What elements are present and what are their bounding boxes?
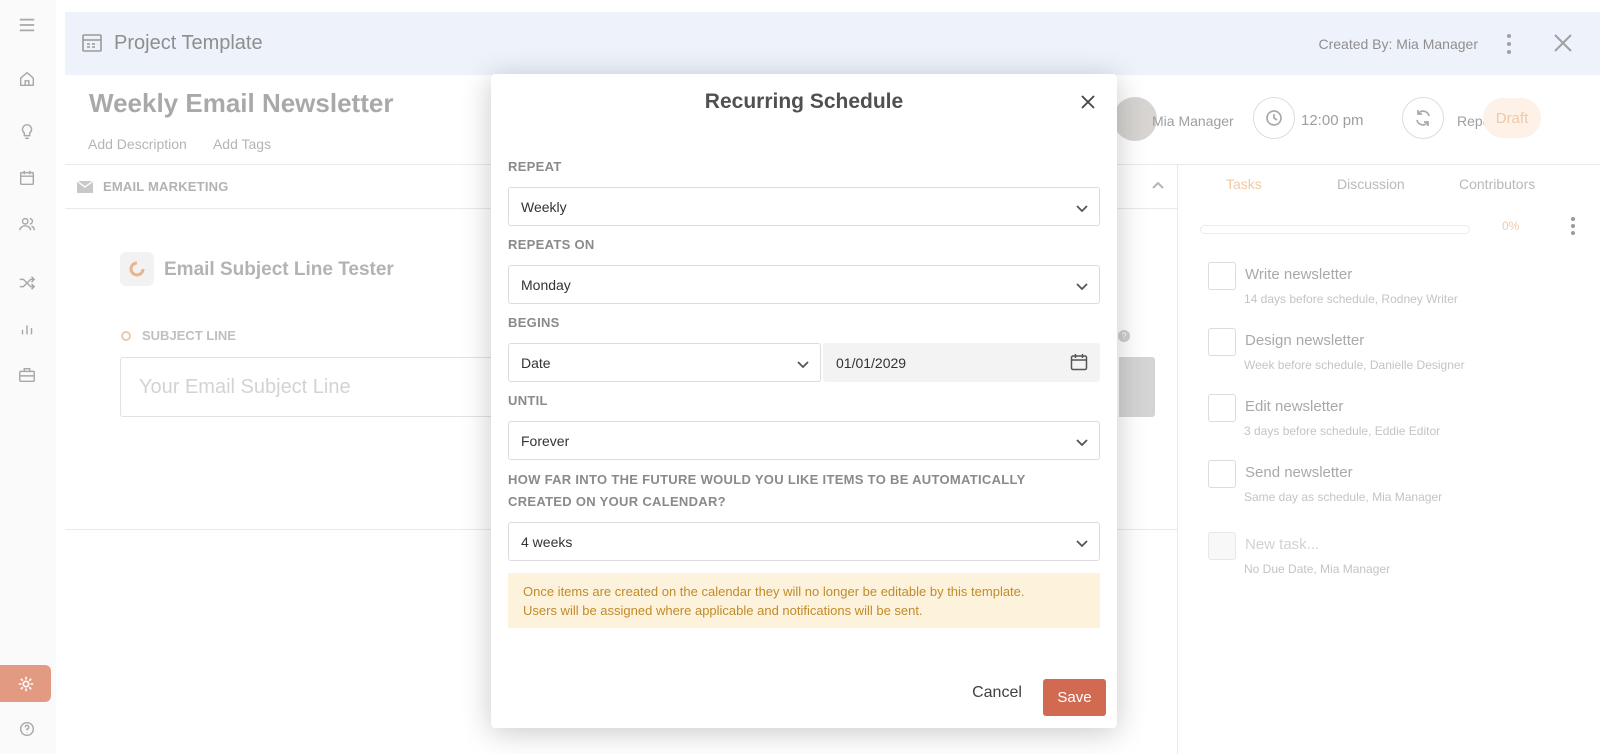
repeats-on-select-value: Monday: [521, 276, 571, 293]
save-button[interactable]: Save: [1043, 679, 1106, 716]
future-label-line2: CREATED ON YOUR CALENDAR?: [508, 494, 726, 509]
cancel-button[interactable]: Cancel: [966, 674, 1028, 711]
begins-date-input[interactable]: 01/01/2029: [823, 343, 1100, 382]
until-select[interactable]: Forever: [508, 421, 1100, 460]
notice-line1: Once items are created on the calendar t…: [523, 584, 1025, 599]
recurring-schedule-dialog: Recurring Schedule REPEAT Weekly REPEATS…: [491, 74, 1117, 728]
begins-date-value: 01/01/2029: [836, 354, 907, 371]
chevron-down-icon: [1076, 205, 1088, 213]
future-window-select[interactable]: 4 weeks: [508, 522, 1100, 561]
until-select-value: Forever: [521, 432, 570, 449]
chevron-down-icon: [1076, 540, 1088, 548]
begins-label: BEGINS: [508, 315, 560, 330]
close-icon[interactable]: [1079, 93, 1097, 111]
repeat-label: REPEAT: [508, 159, 562, 174]
dialog-title: Recurring Schedule: [704, 90, 904, 113]
chevron-down-icon: [797, 361, 809, 369]
future-label-line1: HOW FAR INTO THE FUTURE WOULD YOU LIKE I…: [508, 472, 1026, 487]
chevron-down-icon: [1076, 439, 1088, 447]
until-label: UNTIL: [508, 393, 548, 408]
future-window-value: 4 weeks: [521, 533, 573, 550]
notice-line2: Users will be assigned where applicable …: [523, 602, 923, 618]
chevron-down-icon: [1076, 283, 1088, 291]
repeats-on-label: REPEATS ON: [508, 237, 595, 252]
repeats-on-select[interactable]: Monday: [508, 265, 1100, 304]
repeat-select[interactable]: Weekly: [508, 187, 1100, 226]
begins-type-value: Date: [521, 354, 551, 371]
calendar-icon[interactable]: [1069, 352, 1089, 372]
warning-notice: Once items are created on the calendar t…: [508, 573, 1100, 628]
begins-type-select[interactable]: Date: [508, 343, 821, 382]
repeat-select-value: Weekly: [521, 198, 567, 215]
